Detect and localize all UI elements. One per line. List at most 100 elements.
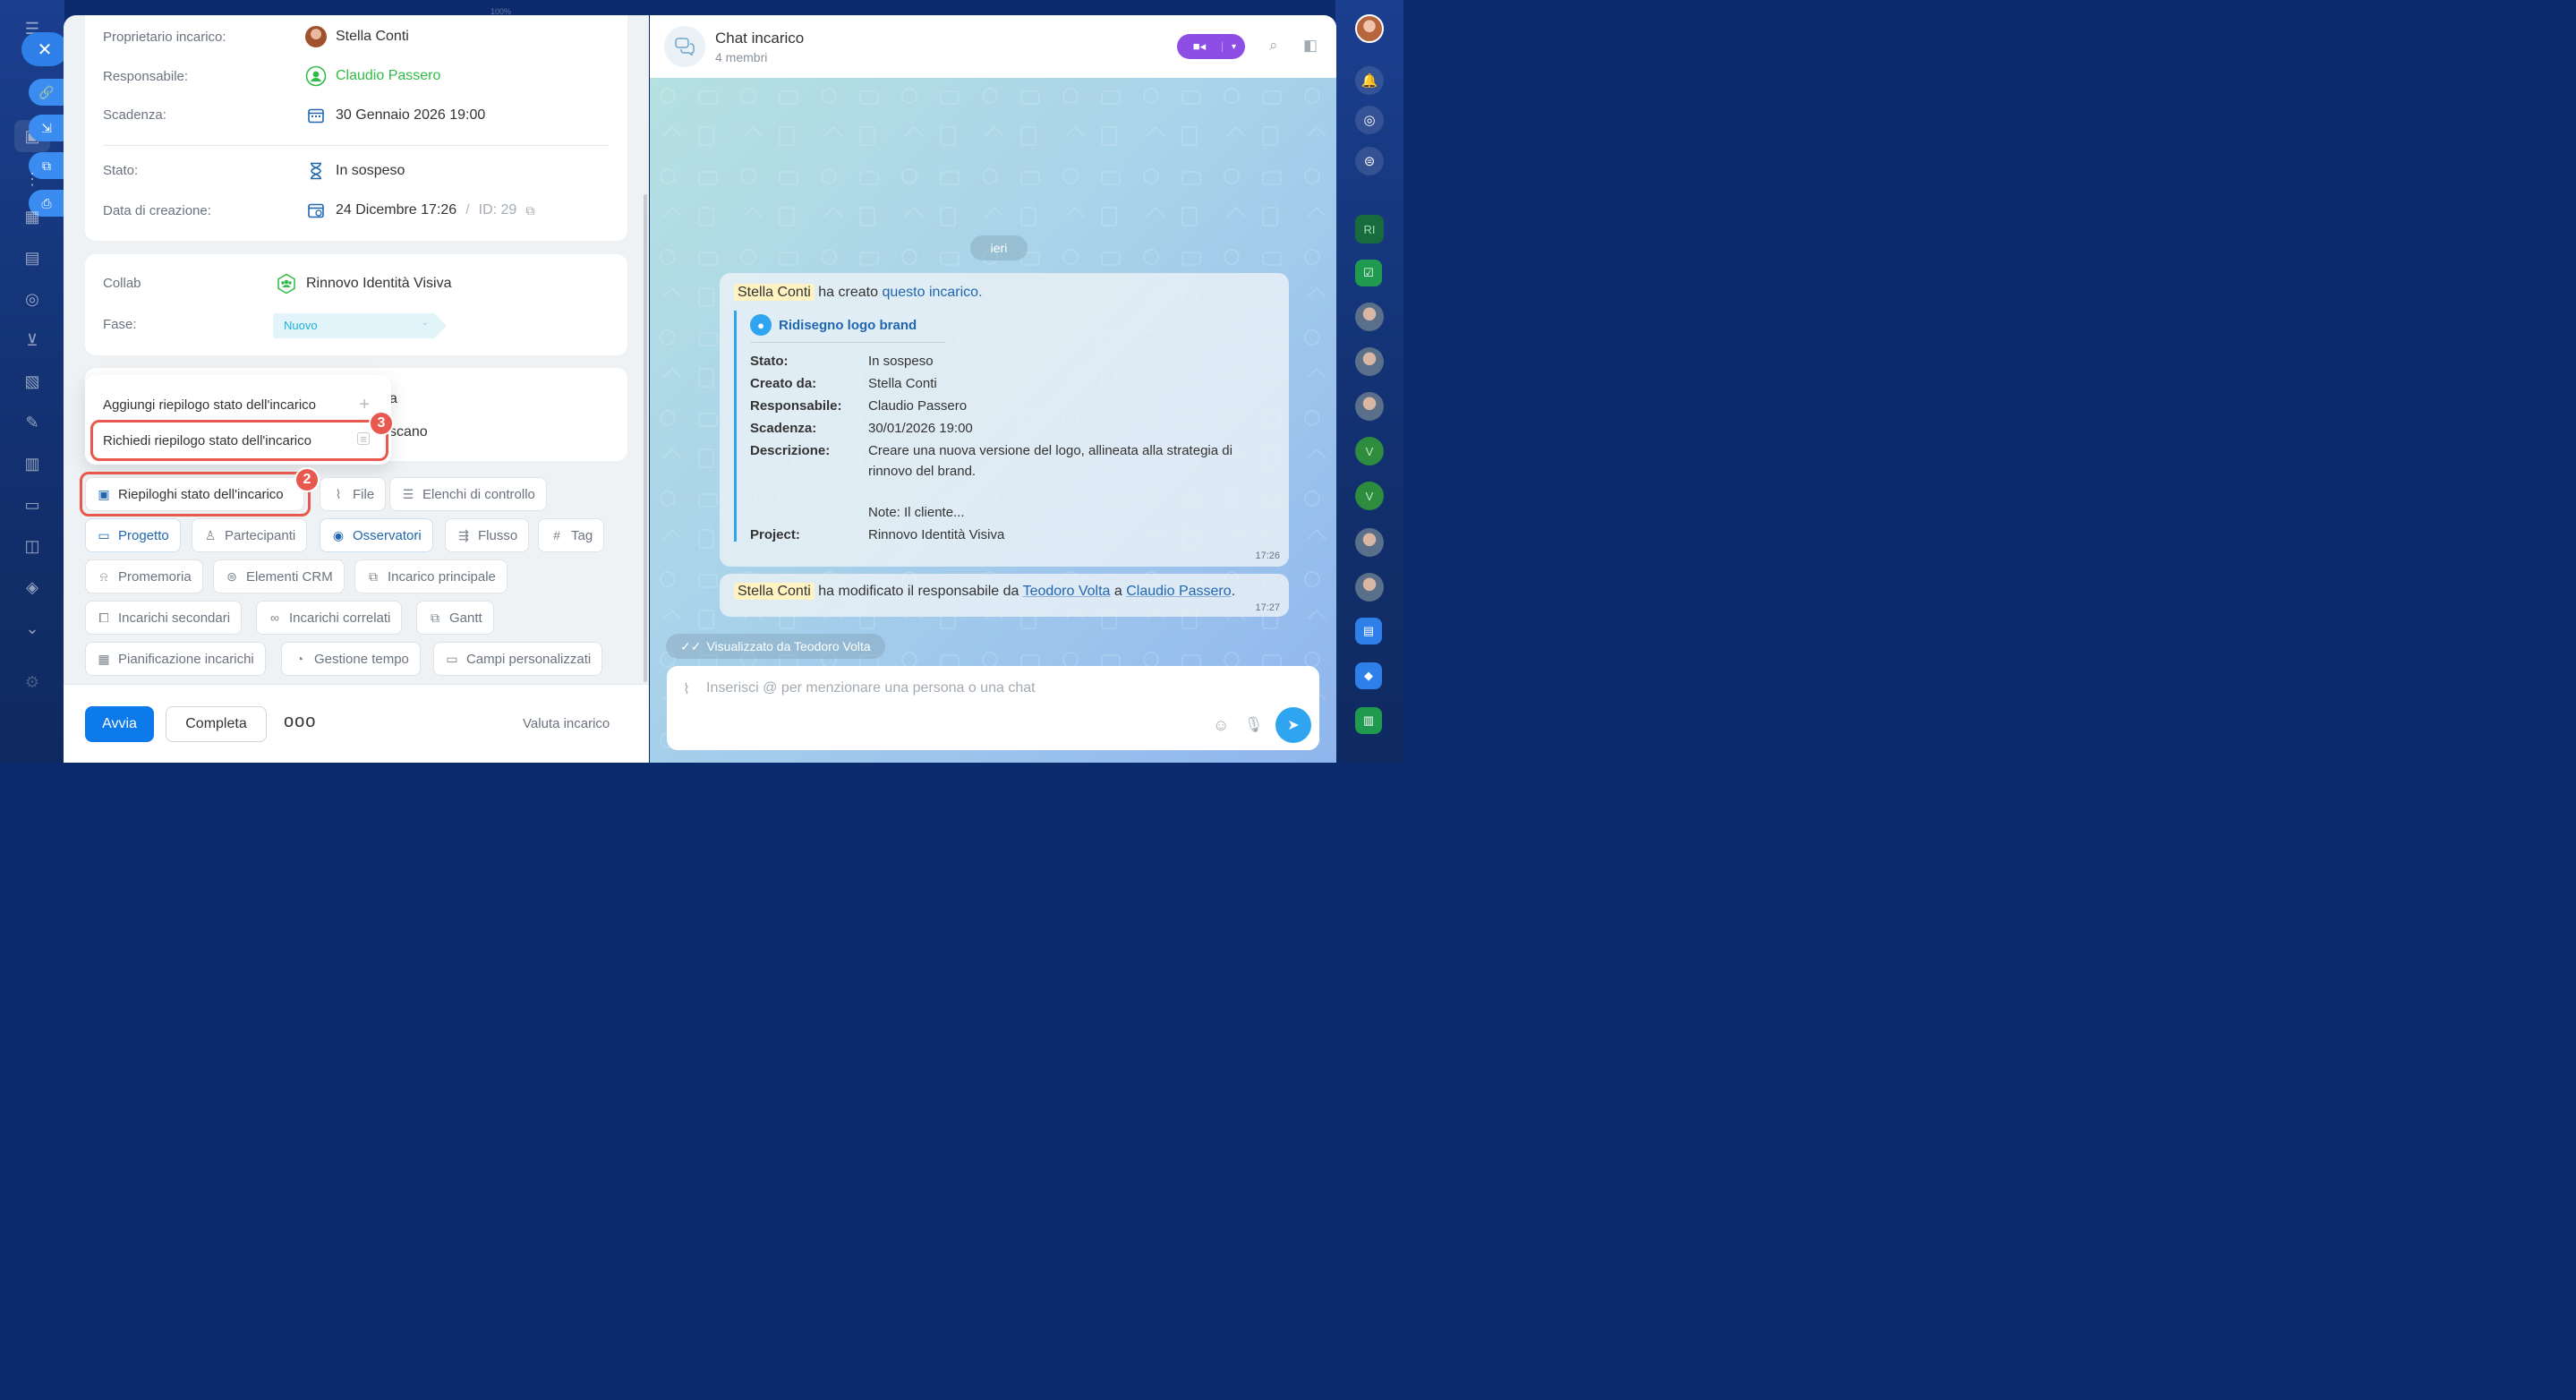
contact-avatar-v[interactable]: V bbox=[1355, 437, 1384, 465]
target-icon[interactable]: ◎ bbox=[1355, 106, 1384, 134]
message-author[interactable]: Stella Conti bbox=[734, 583, 815, 600]
download-icon: ⇲ bbox=[41, 120, 52, 135]
message-input[interactable] bbox=[706, 677, 1279, 700]
document-edit-icon[interactable]: ▧ bbox=[20, 369, 45, 394]
message-author[interactable]: Stella Conti bbox=[734, 284, 815, 301]
previous-responsible-link[interactable]: Teodoro Volta bbox=[1023, 584, 1111, 599]
pen-icon[interactable]: ✎ bbox=[20, 410, 45, 435]
target-icon[interactable]: ◎ bbox=[20, 286, 45, 312]
owner-value[interactable]: Stella Conti bbox=[305, 26, 409, 47]
contact-avatar-v[interactable]: V bbox=[1355, 482, 1384, 510]
responsible-value[interactable]: Claudio Passero bbox=[305, 65, 440, 87]
gantt-icon: ⧉ bbox=[431, 610, 439, 625]
chevron-down-icon[interactable]: ▾ bbox=[1222, 41, 1245, 52]
observers-chip[interactable]: ◉ Osservatori bbox=[320, 518, 433, 552]
task-fields-card: Proprietario incarico: Stella Conti Resp… bbox=[85, 15, 627, 241]
task-scrollbar[interactable] bbox=[644, 194, 647, 682]
microphone-icon[interactable]: 🎙 bbox=[1244, 716, 1264, 734]
chat-members-count[interactable]: 4 membri bbox=[715, 50, 767, 64]
bar-chart-icon[interactable]: ▥ bbox=[20, 451, 45, 476]
chat-bubble-icon bbox=[664, 26, 705, 67]
emoji-icon[interactable]: ☺ bbox=[1213, 716, 1229, 735]
paperclip-icon[interactable]: ⌇ bbox=[683, 680, 690, 698]
new-responsible-link[interactable]: Claudio Passero bbox=[1126, 584, 1231, 599]
contact-avatar[interactable] bbox=[1355, 573, 1384, 602]
box-icon[interactable]: ◈ bbox=[20, 575, 45, 600]
bell-icon[interactable]: 🔔 bbox=[1355, 66, 1384, 95]
owner-label: Proprietario incarico: bbox=[103, 30, 226, 45]
planning-chip[interactable]: ▦ Pianificazione incarichi bbox=[85, 642, 266, 676]
hidden-text-2: scano bbox=[389, 424, 428, 440]
close-button[interactable]: ✕ bbox=[21, 32, 68, 66]
user-avatar[interactable] bbox=[1355, 14, 1384, 43]
contact-avatar[interactable] bbox=[1355, 303, 1384, 331]
collab-card: Collab Rinnovo Identità Visiva Fase: Nuo… bbox=[85, 254, 627, 355]
more-options-button[interactable]: ooo bbox=[284, 712, 316, 732]
owner-avatar bbox=[305, 26, 327, 47]
hash-icon: # bbox=[553, 528, 560, 542]
phase-select[interactable]: Nuovo ⌄ bbox=[273, 313, 447, 338]
card-icon[interactable]: ▭ bbox=[20, 492, 45, 517]
flow-chip[interactable]: ⇶ Flusso bbox=[445, 518, 530, 552]
checklists-chip[interactable]: ☰ Elenchi di controllo bbox=[389, 477, 547, 511]
project-avatar[interactable]: RI bbox=[1355, 215, 1384, 243]
sidebar-toggle-icon[interactable]: ◧ bbox=[1303, 37, 1318, 55]
task-created-message: Stella Conti ha creato questo incarico. … bbox=[720, 273, 1289, 567]
send-icon: ➤ bbox=[1287, 718, 1300, 733]
chat-search-icon[interactable]: ⊜ bbox=[1355, 147, 1384, 175]
time-tracking-chip[interactable]: ◔ Gestione tempo bbox=[281, 642, 421, 676]
reminder-chip[interactable]: ⍾ Promemoria bbox=[85, 559, 203, 593]
chat-channel-icon[interactable]: ▤ bbox=[1355, 618, 1382, 645]
document-icon[interactable]: ▥ bbox=[1355, 707, 1382, 734]
rate-task-link[interactable]: Valuta incarico bbox=[523, 716, 610, 731]
tag-chip[interactable]: # Tag bbox=[538, 518, 605, 552]
card-description-note: Note: Il cliente... bbox=[868, 505, 965, 520]
search-icon[interactable]: ⌕ bbox=[1269, 37, 1278, 55]
start-button[interactable]: Avvia bbox=[85, 706, 154, 742]
copy-icon[interactable]: ⧉ bbox=[525, 203, 534, 218]
gantt-chip[interactable]: ⧉ Gantt bbox=[416, 601, 494, 635]
video-call-button[interactable]: ■◂ ▾ bbox=[1177, 34, 1245, 59]
user-circle-icon bbox=[305, 65, 327, 87]
contact-avatar[interactable] bbox=[1355, 528, 1384, 557]
participants-chip[interactable]: ♙ Partecipanti bbox=[192, 518, 308, 552]
cart-icon[interactable]: ⊻ bbox=[20, 328, 45, 353]
highlight-status-summaries bbox=[80, 472, 311, 516]
bookmark-icon[interactable]: ◆ bbox=[1355, 662, 1382, 689]
user-icon: ● bbox=[750, 314, 772, 336]
message-time: 17:27 bbox=[1255, 602, 1280, 613]
crm-chip[interactable]: ⊜ Elementi CRM bbox=[213, 559, 345, 593]
subtasks-chip[interactable]: ⧠ Incarichi secondari bbox=[85, 601, 243, 635]
eye-icon: ◉ bbox=[332, 527, 345, 542]
related-tasks-chip[interactable]: ∞ Incarichi correlati bbox=[256, 601, 403, 635]
step-badge-3: 3 bbox=[369, 411, 394, 436]
send-button[interactable]: ➤ bbox=[1275, 707, 1311, 743]
project-chip[interactable]: ▭ Progetto bbox=[85, 518, 181, 552]
task-check-icon[interactable]: ☑ bbox=[1355, 260, 1382, 286]
download-button[interactable]: ⇲ bbox=[29, 115, 64, 141]
contact-avatar[interactable] bbox=[1355, 347, 1384, 376]
card-creator-value: Stella Conti bbox=[868, 376, 937, 391]
hierarchy-icon[interactable]: ⋮ bbox=[20, 166, 45, 192]
settings-icon[interactable]: ⚙ bbox=[20, 670, 45, 695]
contact-avatar[interactable] bbox=[1355, 392, 1384, 421]
file-chip[interactable]: ⌇ File bbox=[320, 477, 387, 511]
complete-button[interactable]: Completa bbox=[166, 706, 267, 742]
calendar-grid-icon[interactable]: ▦ bbox=[20, 204, 45, 229]
card-description-line2: rinnovo del brand. bbox=[868, 464, 977, 479]
chat-header: Chat incarico 4 membri ■◂ ▾ ⌕ ◧ bbox=[650, 15, 1336, 78]
custom-fields-chip[interactable]: ▭ Campi personalizzati bbox=[433, 642, 603, 676]
parent-task-chip[interactable]: ⧉ Incarico principale bbox=[354, 559, 508, 593]
copy-link-button[interactable]: 🔗 bbox=[29, 79, 64, 106]
quoted-task-title[interactable]: ● Ridisegno logo brand bbox=[750, 314, 917, 336]
add-summary-item[interactable]: Aggiungi riepilogo stato dell'incarico bbox=[103, 397, 316, 413]
created-label: Data di creazione: bbox=[103, 203, 211, 218]
task-footer: Avvia Completa ooo Valuta incarico bbox=[64, 684, 649, 763]
status-label: Stato: bbox=[103, 163, 139, 178]
collab-value[interactable]: Rinnovo Identità Visiva bbox=[276, 273, 451, 295]
deadline-value[interactable]: 30 Gennaio 2026 19:00 bbox=[305, 105, 485, 126]
archive-icon[interactable]: ▤ bbox=[20, 245, 45, 270]
robot-icon[interactable]: ◫ bbox=[20, 534, 45, 559]
chevron-down-icon[interactable]: ⌄ bbox=[20, 616, 45, 641]
task-link[interactable]: questo incarico. bbox=[882, 285, 982, 300]
